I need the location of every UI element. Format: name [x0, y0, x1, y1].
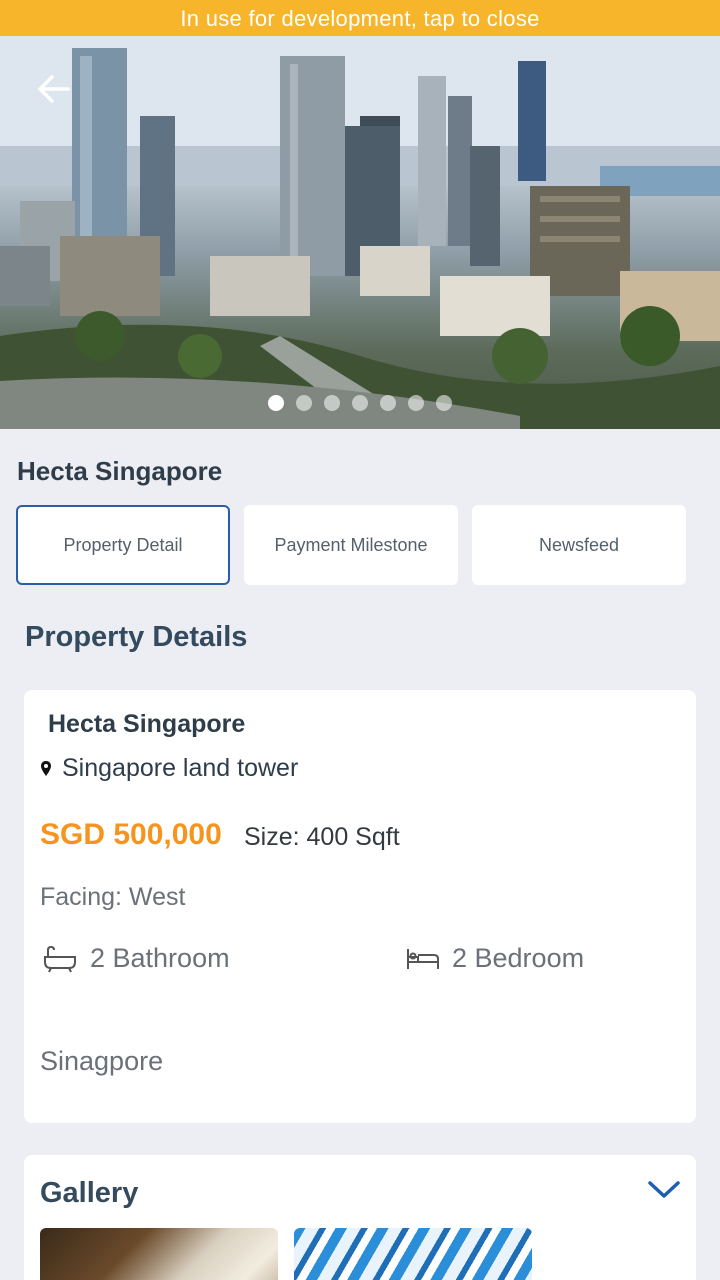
- carousel-dot[interactable]: [408, 395, 424, 411]
- carousel-dot[interactable]: [296, 395, 312, 411]
- bed-icon: [407, 948, 439, 969]
- tab-bar: Property Detail Payment Milestone Newsfe…: [16, 505, 686, 585]
- bedroom-count: 2 Bedroom: [452, 943, 585, 973]
- bathroom-count: 2 Bathroom: [90, 943, 230, 973]
- city: Sinagpore: [40, 1046, 164, 1076]
- dev-mode-banner[interactable]: In use for development, tap to close: [0, 0, 720, 36]
- carousel-dot[interactable]: [436, 395, 452, 411]
- carousel-dot[interactable]: [324, 395, 340, 411]
- carousel-dot[interactable]: [268, 395, 284, 411]
- carousel-indicator: [0, 395, 720, 411]
- chevron-down-icon: [648, 1181, 680, 1198]
- bathroom-feature: 2 Bathroom: [42, 943, 230, 974]
- size: Size: 400 Sqft: [244, 823, 400, 851]
- hero-skyline-image: [0, 36, 720, 429]
- carousel-dot[interactable]: [380, 395, 396, 411]
- bathtub-icon: [44, 945, 76, 972]
- arrow-left-icon: [38, 75, 70, 103]
- section-title: Property Details: [25, 621, 248, 653]
- gallery-toggle-button[interactable]: [644, 1173, 684, 1207]
- carousel-dot[interactable]: [352, 395, 368, 411]
- tab-payment-milestone[interactable]: Payment Milestone: [244, 505, 458, 585]
- gallery-title: Gallery: [40, 1177, 139, 1209]
- tab-property-detail[interactable]: Property Detail: [16, 505, 230, 585]
- property-name: Hecta Singapore: [48, 710, 246, 738]
- bedroom-feature: 2 Bedroom: [406, 943, 584, 974]
- back-button[interactable]: [36, 74, 76, 114]
- project-title: Hecta Singapore: [17, 456, 223, 486]
- hero-carousel[interactable]: [0, 36, 720, 429]
- price: SGD 500,000: [40, 818, 222, 851]
- location-row: Singapore land tower: [40, 754, 298, 783]
- tab-newsfeed[interactable]: Newsfeed: [472, 505, 686, 585]
- location-text: Singapore land tower: [62, 754, 299, 782]
- facing: Facing: West: [40, 883, 186, 911]
- gallery-thumbnail[interactable]: [294, 1228, 532, 1280]
- gallery-card: Gallery: [24, 1155, 696, 1280]
- gallery-thumbnail[interactable]: [40, 1228, 278, 1280]
- property-detail-card: Hecta Singapore Singapore land tower SGD…: [24, 690, 696, 1123]
- map-pin-icon: [41, 760, 51, 776]
